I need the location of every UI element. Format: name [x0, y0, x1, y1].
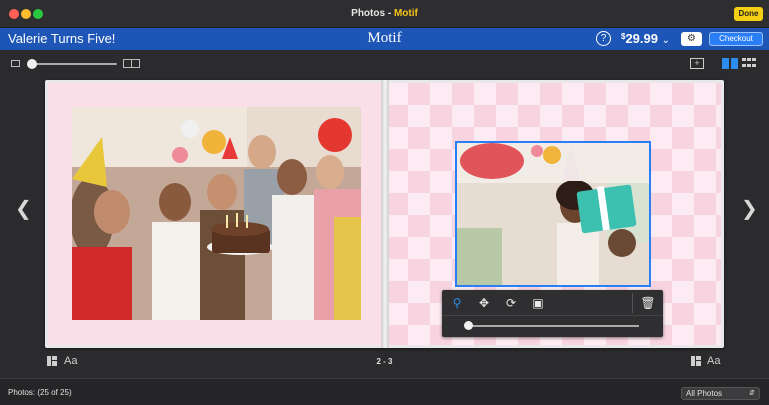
next-page-arrow-icon[interactable]: ❯: [741, 199, 758, 219]
photo-filter-select[interactable]: All Photos ⇵: [681, 387, 760, 400]
photo-girl-with-gift[interactable]: [455, 141, 651, 287]
move-icon[interactable]: ✥: [476, 295, 492, 311]
settings-button[interactable]: ⚙: [681, 32, 702, 46]
photo-filter-value: All Photos: [686, 389, 723, 398]
toolbar-divider: [632, 293, 633, 313]
zoom-icon[interactable]: ⚲: [449, 295, 465, 311]
trash-icon[interactable]: 🗑: [640, 295, 656, 311]
page-layout-icon-right[interactable]: [691, 356, 701, 366]
zoom-slider-track[interactable]: [31, 63, 117, 65]
done-button[interactable]: Done: [734, 7, 763, 21]
spread-view-icon[interactable]: [722, 58, 738, 69]
status-bar: Photos: (25 of 25) All Photos ⇵: [0, 378, 769, 405]
window-title: Photos - Motif: [0, 8, 769, 19]
price-menu[interactable]: $29.99 ⌄: [621, 31, 670, 46]
view-toolbar: +: [0, 50, 769, 78]
zoom-slider-knob[interactable]: [27, 59, 37, 69]
photo-zoom-slider-track[interactable]: [470, 325, 639, 327]
zoom-in-icon[interactable]: [123, 59, 140, 68]
photos-count: (25 of 25): [37, 388, 72, 397]
book-spine: [381, 80, 389, 348]
zoom-out-icon[interactable]: [11, 60, 20, 67]
photos-count-label: Photos: (25 of 25): [8, 388, 72, 397]
replace-image-icon[interactable]: ▣: [530, 295, 546, 311]
help-icon[interactable]: ?: [596, 31, 611, 46]
text-style-button-right[interactable]: Aa: [707, 355, 720, 367]
project-header: Valerie Turns Five! Motif ? $29.99 ⌄ ⚙ C…: [0, 28, 769, 50]
grid-view-icon[interactable]: [742, 58, 756, 69]
chevron-down-icon: ⌄: [661, 35, 671, 46]
price-amount: 29.99: [625, 31, 658, 46]
photos-label: Photos:: [8, 388, 36, 397]
photo-birthday-party[interactable]: [72, 107, 361, 320]
window-title-prefix: Photos -: [351, 8, 394, 19]
add-page-icon[interactable]: +: [690, 58, 704, 69]
rotate-icon[interactable]: ⟳: [503, 295, 519, 311]
photo-birthday-party-image: [72, 107, 361, 320]
photo-zoom-slider-knob[interactable]: [464, 321, 473, 330]
chevron-updown-icon: ⇵: [749, 390, 755, 397]
photo-girl-with-gift-image: [457, 143, 649, 285]
checkout-button[interactable]: Checkout: [709, 32, 763, 46]
photo-edit-toolbar: ⚲ ✥ ⟳ ▣ 🗑: [442, 290, 663, 337]
toolbar-separator: [442, 315, 663, 316]
window-title-app: Motif: [393, 8, 418, 19]
window-titlebar: Photos - Motif Done: [0, 0, 769, 28]
previous-page-arrow-icon[interactable]: ❮: [15, 199, 32, 219]
page-numbers: 2 - 3: [376, 357, 393, 366]
gear-icon: ⚙: [687, 33, 696, 44]
